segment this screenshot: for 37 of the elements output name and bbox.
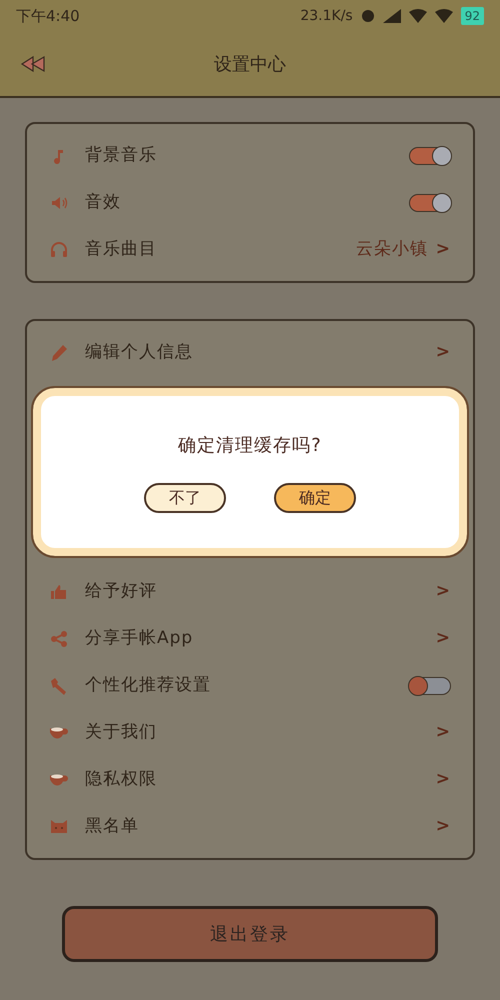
wifi-icon <box>434 9 453 23</box>
confirm-button[interactable]: 确定 <box>274 482 356 512</box>
toggle-switch[interactable] <box>409 676 451 694</box>
chevron[interactable]: > <box>436 236 451 262</box>
setting-label: 编辑个人信息 <box>85 340 193 364</box>
setting-label: 分享手帐App <box>85 626 194 650</box>
cup-icon <box>49 726 69 738</box>
chevron[interactable]: > <box>436 720 451 746</box>
network-speed: 23.1K/s <box>300 6 353 26</box>
dialog-message: 确定清理缓存吗? <box>178 434 322 458</box>
setting-label: 黑名单 <box>85 814 139 838</box>
setting-label: 背景音乐 <box>85 144 157 167</box>
headphones-icon <box>49 240 69 260</box>
pencil-icon <box>49 342 69 362</box>
chevron[interactable]: > <box>436 814 451 840</box>
chevron[interactable]: > <box>436 626 451 652</box>
toggle-switch[interactable] <box>409 146 451 164</box>
page-title: 设置中心 <box>214 52 286 76</box>
setting-label: 音效 <box>85 190 121 214</box>
setting-label: 给予好评 <box>85 580 157 603</box>
chevron[interactable]: > <box>436 578 451 604</box>
setting-label: 音乐曲目 <box>85 238 157 261</box>
logout-button[interactable]: 退出登录 <box>62 906 438 962</box>
status-time: 下午4:40 <box>16 6 80 27</box>
setting-label: 个性化推荐设置 <box>85 674 211 697</box>
chevron[interactable]: > <box>436 340 451 366</box>
battery-level: 92 <box>460 7 484 25</box>
setting-value: 云朵小镇 <box>356 238 428 261</box>
share-icon <box>49 628 69 648</box>
setting-label: 隐私权限 <box>85 768 157 791</box>
setting-label: 关于我们 <box>85 720 157 744</box>
toggle-switch[interactable] <box>409 194 451 212</box>
wifi-icon <box>408 9 427 23</box>
chevron[interactable]: > <box>436 766 451 792</box>
cancel-button[interactable]: 不了 <box>144 482 226 512</box>
signal-icon <box>382 9 401 23</box>
cup-icon <box>49 774 69 786</box>
